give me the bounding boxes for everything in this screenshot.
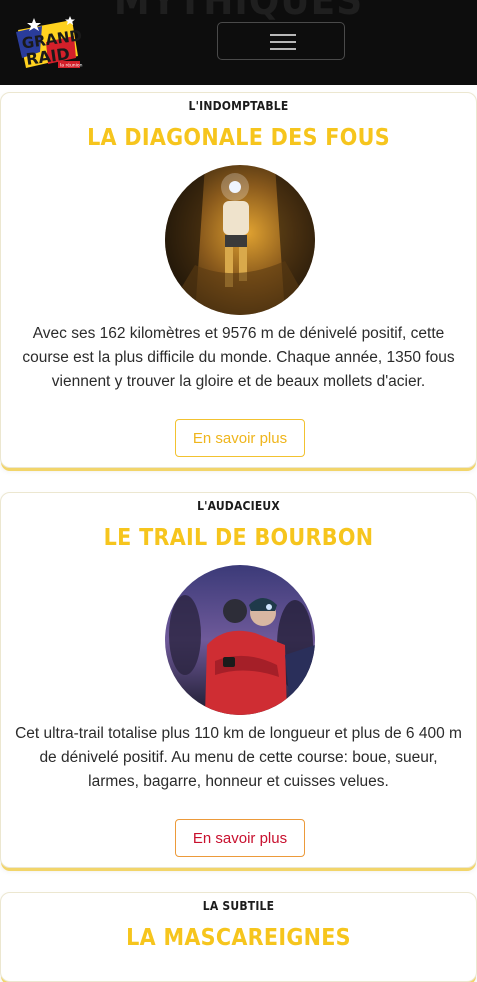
learn-more-button[interactable]: En savoir plus (175, 419, 305, 457)
navbar: MYTHIQUES GRAND RAID la réunion (0, 0, 477, 85)
learn-more-button[interactable]: En savoir plus (175, 819, 305, 857)
race-kicker: L'AUDACIEUX (197, 499, 280, 513)
menu-toggle-button[interactable] (217, 22, 345, 60)
race-card-bourbon: L'AUDACIEUX LE TRAIL DE BOURBON Cet ultr… (0, 492, 477, 868)
race-description: Cet ultra-trail totalise plus 110 km de … (15, 725, 462, 790)
race-kicker: LA SUBTILE (202, 899, 275, 913)
race-description: Avec ses 162 kilomètres et 9576 m de dén… (22, 325, 455, 390)
race-kicker: L'INDOMPTABLE (188, 99, 289, 113)
race-photo (165, 565, 315, 715)
race-card-mascareignes: LA SUBTILE LA MASCAREIGNES (0, 892, 477, 982)
grand-raid-logo[interactable]: GRAND RAID la réunion (12, 12, 84, 74)
race-title: LA DIAGONALE DES FOUS (87, 125, 390, 151)
svg-text:la réunion: la réunion (60, 62, 83, 69)
race-photo (165, 165, 315, 315)
race-title: LA MASCAREIGNES (126, 925, 351, 951)
race-title: LE TRAIL DE BOURBON (103, 525, 374, 551)
race-card-diagonale: L'INDOMPTABLE LA DIAGONALE DES FOUS Avec… (0, 92, 477, 468)
